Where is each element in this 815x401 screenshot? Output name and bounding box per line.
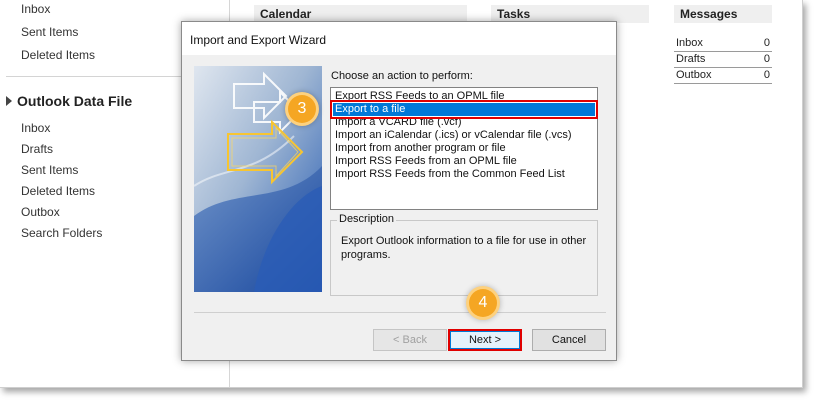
nav-item-df-deleted-items[interactable]: Deleted Items — [21, 184, 95, 198]
message-row-label: Inbox — [676, 37, 703, 49]
message-row[interactable]: Inbox 0 — [674, 36, 772, 52]
action-item[interactable]: Import from another program or file — [333, 142, 595, 155]
action-item[interactable]: Import an iCalendar (.ics) or vCalendar … — [333, 129, 595, 142]
action-item[interactable]: Export RSS Feeds to an OPML file — [333, 90, 595, 103]
nav-item-df-inbox[interactable]: Inbox — [21, 121, 50, 135]
collapse-triangle-icon[interactable] — [6, 96, 12, 106]
message-row-count: 0 — [763, 37, 770, 49]
back-button[interactable]: < Back — [373, 329, 447, 351]
message-row-label: Drafts — [676, 53, 706, 65]
next-button[interactable]: Next > — [448, 329, 522, 351]
nav-item-sent-items[interactable]: Sent Items — [21, 25, 78, 39]
import-export-wizard-dialog: Import and Export Wizard Choose an actio… — [181, 21, 617, 361]
messages-pane-header: Messages — [674, 5, 772, 23]
action-item[interactable]: Import RSS Feeds from the Common Feed Li… — [333, 168, 595, 181]
messages-table: Inbox 0 Drafts 0 Outbox 0 — [674, 36, 772, 84]
nav-item-df-sent-items[interactable]: Sent Items — [21, 163, 78, 177]
data-file-header-label: Outlook Data File — [17, 93, 133, 109]
message-row-count: 0 — [763, 69, 770, 81]
nav-item-df-outbox[interactable]: Outbox — [21, 205, 60, 219]
action-item[interactable]: Import a VCARD file (.vcf) — [333, 116, 595, 129]
nav-item-inbox[interactable]: Inbox — [21, 2, 50, 16]
nav-item-deleted-items[interactable]: Deleted Items — [21, 48, 95, 62]
action-item[interactable]: Import RSS Feeds from an OPML file — [333, 155, 595, 168]
action-prompt: Choose an action to perform: — [331, 70, 473, 82]
message-row[interactable]: Outbox 0 — [674, 68, 772, 84]
step-4-badge: 4 — [466, 286, 500, 320]
nav-item-df-drafts[interactable]: Drafts — [21, 142, 53, 156]
message-row-count: 0 — [763, 53, 770, 65]
data-file-header[interactable]: Outlook Data File — [6, 93, 132, 109]
dialog-title: Import and Export Wizard — [182, 22, 616, 55]
button-separator — [194, 312, 606, 313]
message-row[interactable]: Drafts 0 — [674, 52, 772, 68]
description-groupbox: Description Export Outlook information t… — [330, 213, 598, 296]
message-row-label: Outbox — [676, 69, 712, 81]
cancel-button[interactable]: Cancel — [532, 329, 606, 351]
description-text: Export Outlook information to a file for… — [341, 235, 587, 261]
description-label: Description — [337, 213, 397, 225]
step-3-badge: 3 — [285, 92, 319, 126]
action-listbox[interactable]: Export RSS Feeds to an OPML file Export … — [330, 87, 598, 210]
action-item-selected[interactable]: Export to a file — [330, 100, 598, 119]
nav-item-df-search-folders[interactable]: Search Folders — [21, 226, 102, 240]
